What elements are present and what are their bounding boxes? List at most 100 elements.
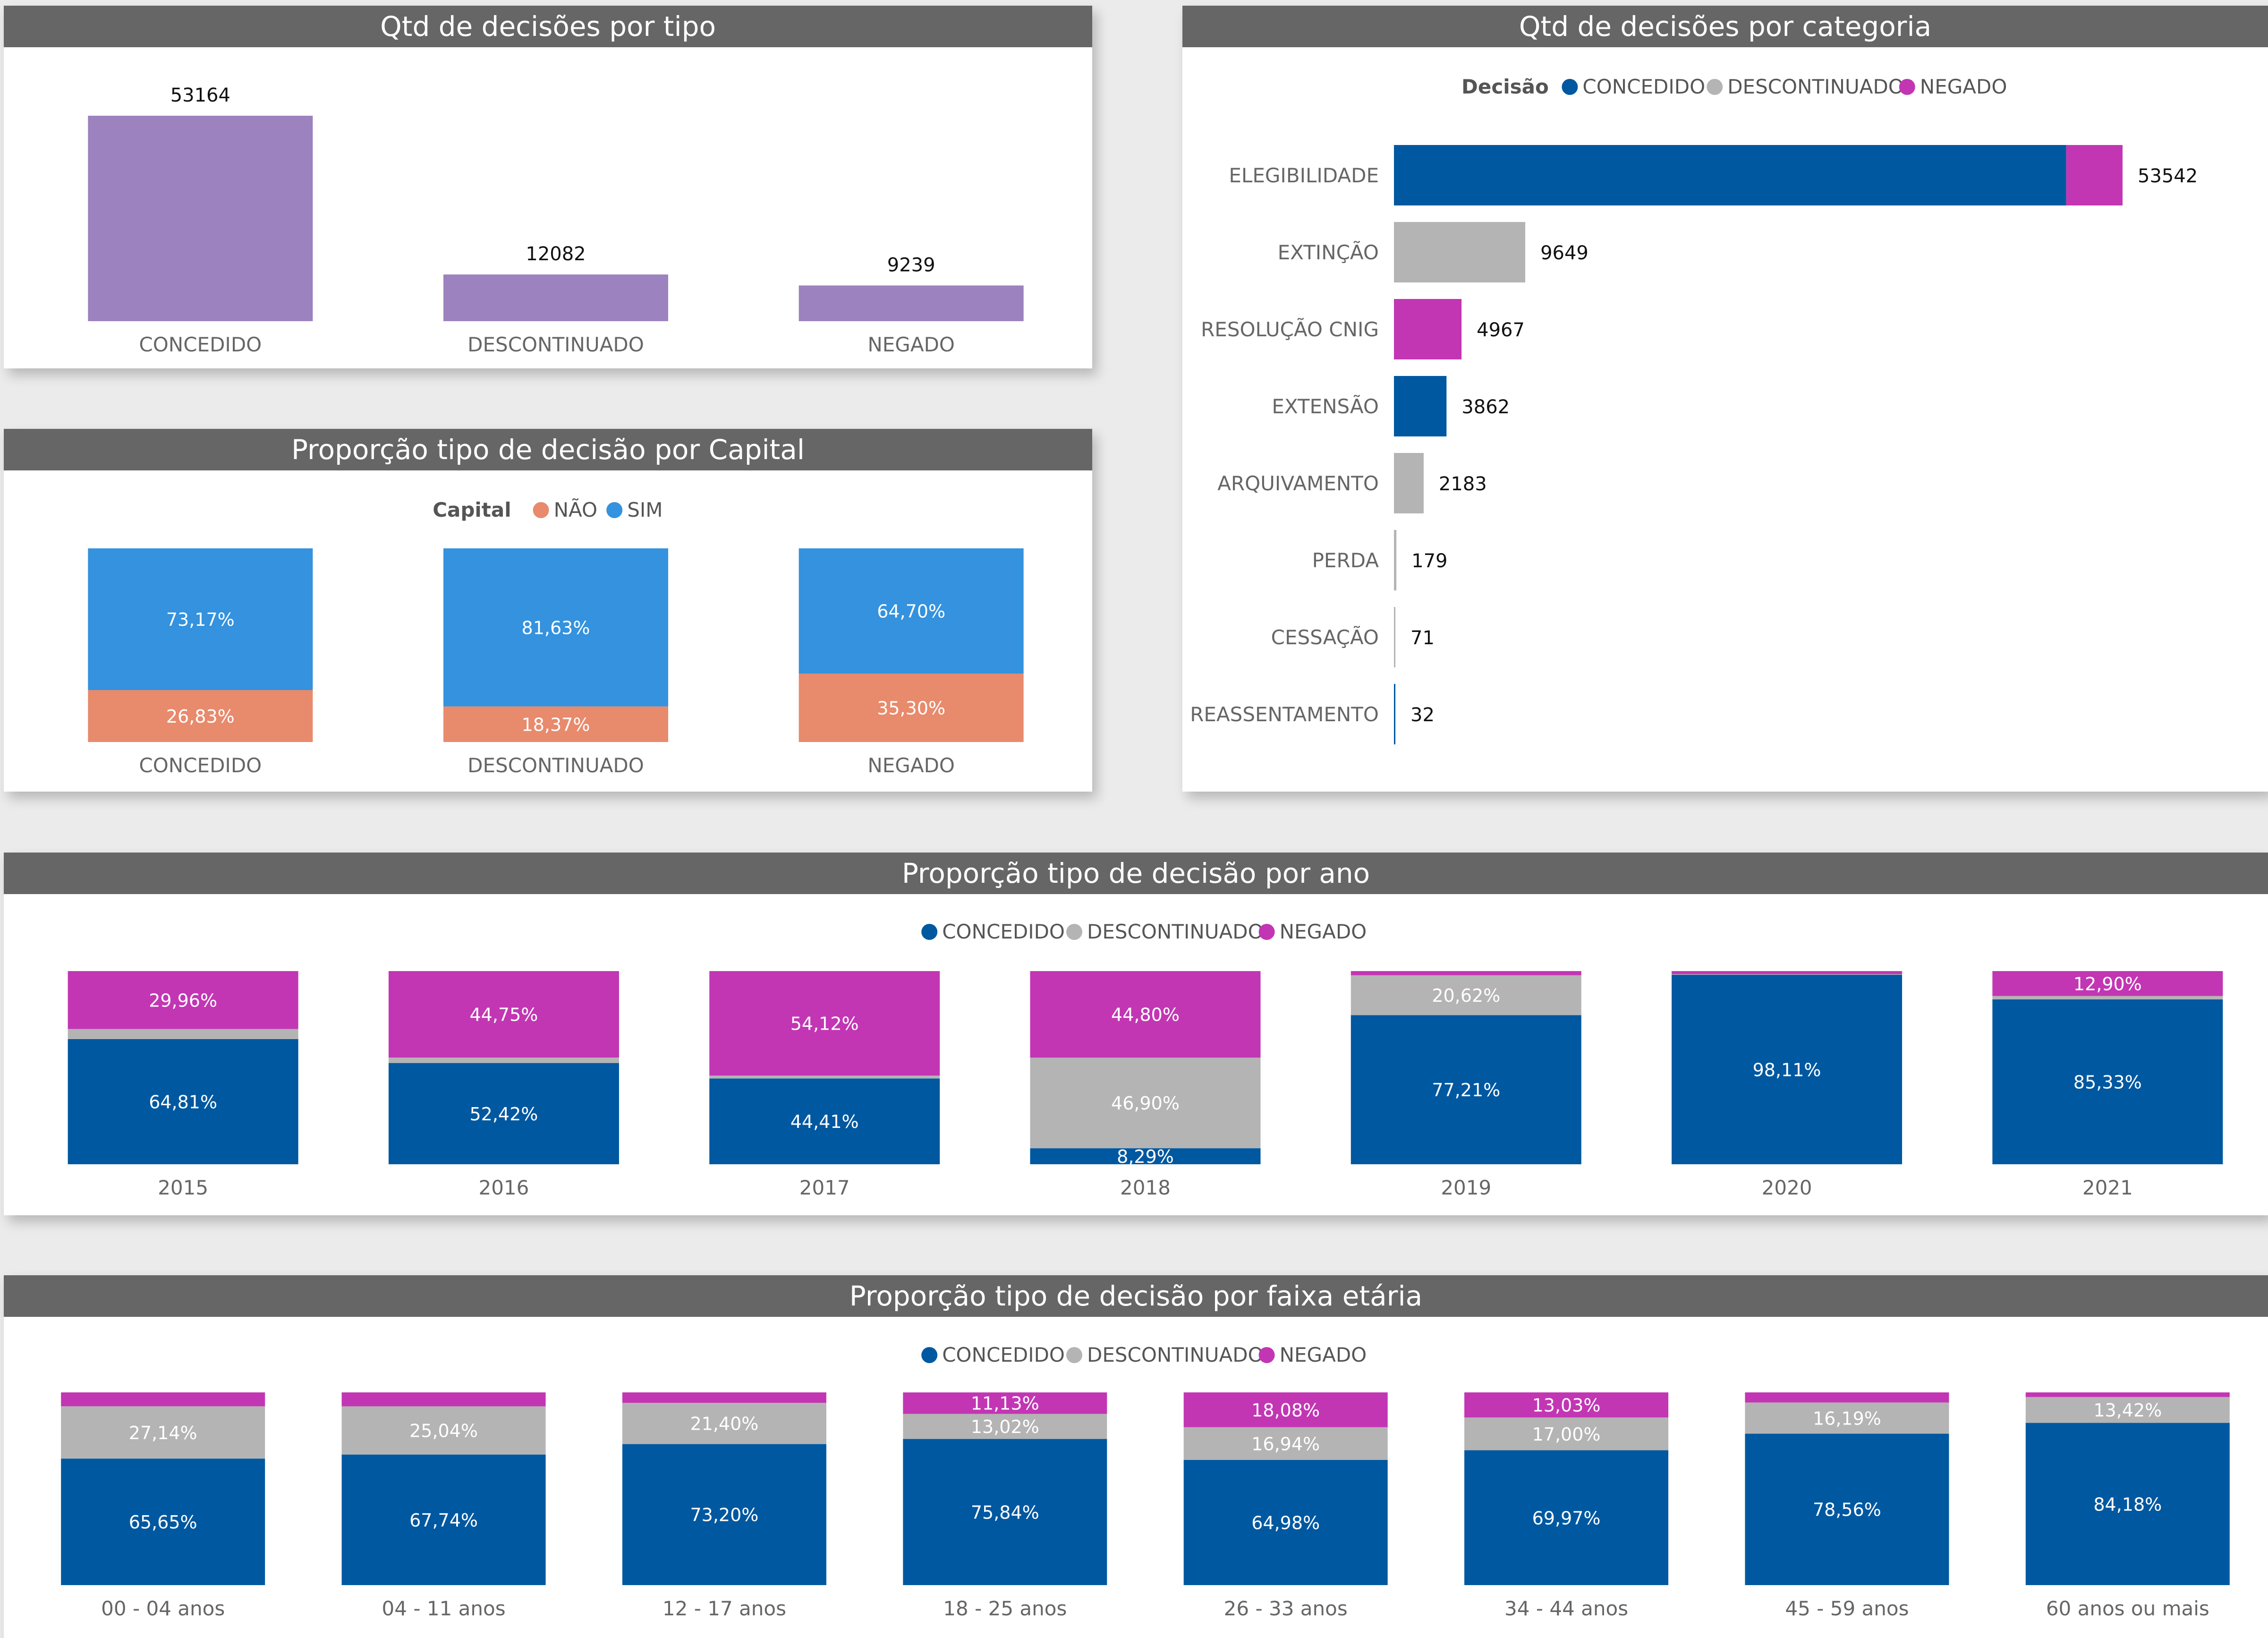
legend-swatch-concedido [1562, 79, 1578, 95]
data-label-concedido-60-anos-ou-mais: 84,18% [2093, 1494, 2162, 1515]
tick-label-2020: 2020 [1762, 1176, 1812, 1199]
data-label-descontinuado-60-anos-ou-mais: 13,42% [2093, 1400, 2162, 1421]
legend-label-negado: NEGADO [1280, 920, 1367, 943]
bar-descontinuado-cessacao [1394, 607, 1395, 667]
bar-negado-2020 [1672, 971, 1903, 974]
total-label-extincao: 9649 [1540, 242, 1588, 264]
tick-label-reassentamento: REASSENTAMENTO [1190, 703, 1379, 726]
panel-proporcao-capital: Proporção tipo de decisão por Capital Ca… [4, 429, 1092, 792]
data-label-nao-negado: 35,30% [877, 698, 945, 719]
data-label-concedido-00-04-anos: 65,65% [129, 1512, 197, 1533]
legend-title: Capital [433, 498, 511, 521]
bar-descontinuado-2016 [388, 1058, 619, 1063]
legend-swatch-sim [606, 502, 623, 518]
panel-proporcao-faixa-etaria: Proporção tipo de decisão por faixa etár… [4, 1275, 2268, 1638]
legend-label-negado: NEGADO [1280, 1343, 1367, 1366]
legend-swatch-descontinuado [1707, 79, 1723, 95]
panel-title-tipo: Qtd de decisões por tipo [4, 6, 1092, 47]
data-label-concedido-2015: 64,81% [149, 1092, 217, 1112]
bar-negado-45-59-anos [1745, 1392, 1949, 1403]
total-label-resolucao-cnig: 4967 [1477, 319, 1525, 341]
data-label-descontinuado-12-17-anos: 21,40% [690, 1414, 758, 1434]
panel-proporcao-ano: Proporção tipo de decisão por ano CONCED… [4, 853, 2268, 1215]
total-label-reassentamento: 32 [1410, 704, 1435, 726]
legend-swatch-negado [1258, 924, 1275, 940]
data-label-negado-2017: 54,12% [790, 1014, 859, 1034]
tick-label-2015: 2015 [158, 1176, 208, 1199]
tick-label-26-33-anos: 26 - 33 anos [1224, 1597, 1348, 1620]
data-label-nao-descontinuado: 18,37% [522, 714, 590, 735]
data-label-negado-2016: 44,75% [469, 1005, 538, 1025]
legend-swatch-concedido [921, 924, 938, 940]
legend-label-concedido: CONCEDIDO [942, 1343, 1065, 1366]
data-label-concedido: 53164 [170, 85, 230, 106]
legend-label-descontinuado: DESCONTINUADO [1087, 1343, 1264, 1366]
total-label-elegibilidade: 53542 [2138, 165, 2198, 187]
tick-label-resolucao-cnig: RESOLUÇÃO CNIG [1201, 317, 1379, 341]
tick-label-04-11-anos: 04 - 11 anos [382, 1597, 506, 1620]
panel-title-categoria: Qtd de decisões por categoria [1182, 6, 2268, 47]
legend-label-descontinuado: DESCONTINUADO [1727, 75, 1904, 98]
data-label-negado: 9239 [887, 254, 935, 276]
data-label-descontinuado-2019: 20,62% [1432, 985, 1500, 1006]
tick-label-34-44-anos: 34 - 44 anos [1504, 1597, 1628, 1620]
bar-concedido [88, 116, 313, 321]
data-label-sim-descontinuado: 81,63% [522, 617, 590, 638]
tick-label-perda: PERDA [1312, 549, 1379, 572]
tick-label-2019: 2019 [1441, 1176, 1491, 1199]
data-label-concedido-12-17-anos: 73,20% [690, 1505, 758, 1526]
panel-decisoes-por-categoria: Qtd de decisões por categoria Decisão CON… [1182, 6, 2268, 792]
data-label-nao-concedido: 26,83% [166, 706, 235, 727]
data-label-concedido-2019: 77,21% [1432, 1080, 1500, 1101]
bar-descontinuado-arquivamento [1394, 453, 1424, 513]
data-label-concedido-2017: 44,41% [790, 1111, 859, 1132]
panel-title-capital: Proporção tipo de decisão por Capital [4, 429, 1092, 470]
tick-label-elegibilidade: ELEGIBILIDADE [1229, 164, 1379, 187]
legend-label-sim: SIM [627, 498, 663, 521]
legend-label-concedido: CONCEDIDO [1582, 75, 1705, 98]
data-label-sim-negado: 64,70% [877, 601, 945, 622]
legend-swatch-descontinuado [1066, 924, 1082, 940]
tick-label-cessacao: CESSAÇÃO [1271, 625, 1379, 649]
tick-label-extensao: EXTENSÃO [1272, 394, 1379, 418]
bar-negado-00-04-anos [61, 1392, 265, 1407]
chart-proporcao-capital: Capital NÃO SIM 26,83% 73,17% CONCEDIDO 18,37%… [88, 498, 1024, 777]
tick-label-60-anos-ou-mais: 60 anos ou mais [2046, 1597, 2209, 1620]
bar-descontinuado-perda [1394, 530, 1397, 590]
bar-concedido-elegibilidade [1394, 145, 2066, 205]
legend-swatch-negado [1258, 1347, 1275, 1363]
tick-label-2018: 2018 [1120, 1176, 1171, 1199]
data-label-negado-2015: 29,96% [149, 990, 217, 1011]
data-label-negado-34-44-anos: 13,03% [1532, 1395, 1601, 1416]
tick-label-concedido: CONCEDIDO [139, 754, 262, 777]
tick-label-negado: NEGADO [867, 754, 955, 777]
chart-proporcao-ano: CONCEDIDO DESCONTINUADO NEGADO 64,81% 29,96%… [68, 920, 2223, 1199]
bar-descontinuado [443, 274, 668, 321]
data-label-concedido-45-59-anos: 78,56% [1813, 1500, 1881, 1520]
bar-negado [798, 285, 1024, 321]
data-label-descontinuado-00-04-anos: 27,14% [129, 1423, 197, 1443]
tick-label-2017: 2017 [799, 1176, 850, 1199]
tick-label-concedido: CONCEDIDO [139, 333, 262, 356]
legend-swatch-concedido [921, 1347, 938, 1363]
chart-proporcao-faixa-etaria: CONCEDIDO DESCONTINUADO NEGADO 65,65% 27,14%… [61, 1343, 2230, 1620]
data-label-descontinuado-26-33-anos: 16,94% [1251, 1433, 1320, 1454]
bar-negado-04-11-anos [341, 1392, 546, 1407]
legend-swatch-descontinuado [1066, 1347, 1082, 1363]
tick-label-extincao: EXTINÇÃO [1278, 240, 1379, 264]
panel-title-ano: Proporção tipo de decisão por ano [4, 853, 2268, 894]
tick-label-2016: 2016 [478, 1176, 529, 1199]
bar-concedido-extensao [1394, 376, 1447, 436]
data-label-descontinuado-2018: 46,90% [1111, 1093, 1180, 1114]
legend-label-negado: NEGADO [1920, 75, 2007, 98]
panel-title-faixa: Proporção tipo de decisão por faixa etár… [4, 1275, 2268, 1317]
data-label-negado-18-25-anos: 11,13% [971, 1393, 1039, 1414]
data-label-concedido-04-11-anos: 67,74% [409, 1510, 478, 1531]
data-label-concedido-26-33-anos: 64,98% [1251, 1512, 1320, 1533]
data-label-negado-2018: 44,80% [1111, 1005, 1180, 1025]
data-label-concedido-18-25-anos: 75,84% [971, 1502, 1039, 1523]
tick-label-arquivamento: ARQUIVAMENTO [1217, 472, 1379, 495]
legend-swatch-negado [1899, 79, 1915, 95]
bar-negado-resolucao-cnig [1394, 299, 1462, 359]
bar-descontinuado-2017 [709, 1075, 940, 1079]
